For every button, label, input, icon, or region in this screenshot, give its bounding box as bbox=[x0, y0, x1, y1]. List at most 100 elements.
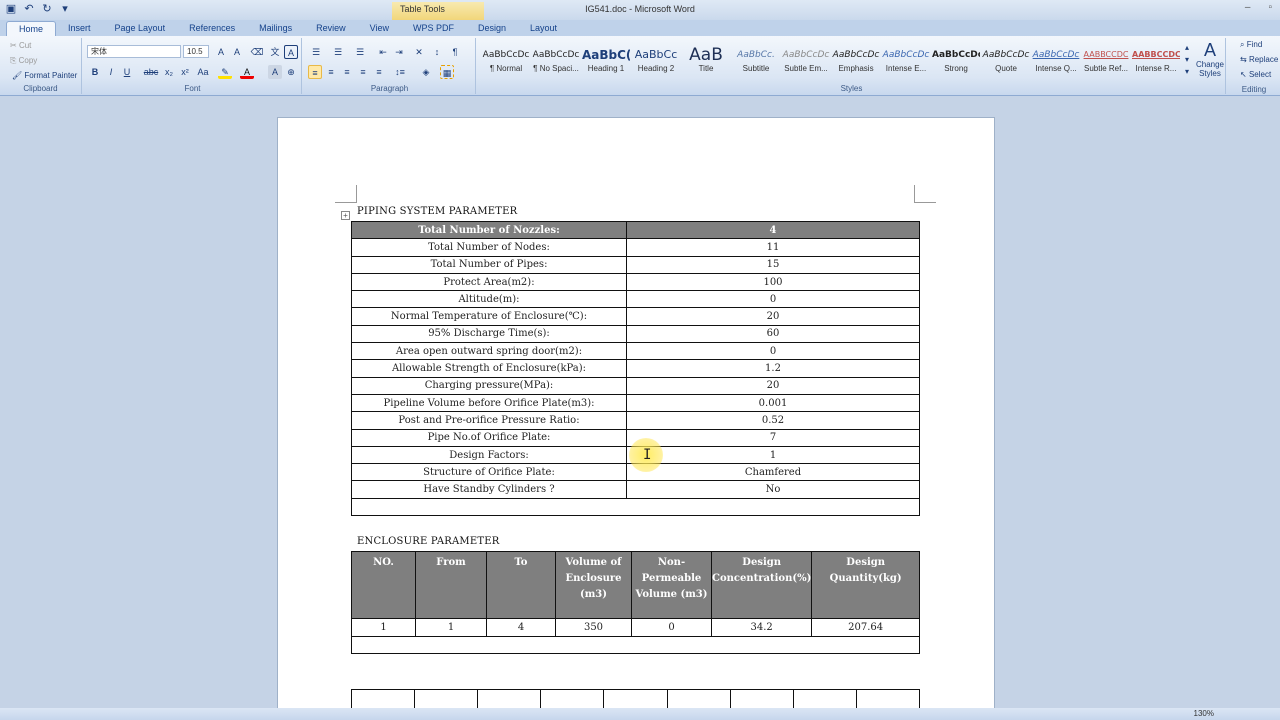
table-cell[interactable] bbox=[792, 689, 857, 710]
cut-button[interactable]: ✂ Cut bbox=[10, 41, 31, 50]
numbering-icon[interactable]: ☰ bbox=[330, 45, 346, 59]
style-strong[interactable]: AaBbCcDc Strong bbox=[932, 44, 980, 80]
table-cell-value[interactable]: 0 bbox=[626, 342, 920, 361]
table-cell[interactable] bbox=[477, 689, 542, 710]
phonetic-guide-icon[interactable]: 文 bbox=[268, 45, 282, 59]
table-cell-label[interactable]: Allowable Strength of Enclosure(kPa): bbox=[351, 359, 627, 378]
decrease-indent-icon[interactable]: ⇤ bbox=[376, 45, 390, 59]
table-cell-label[interactable]: Structure of Orifice Plate: bbox=[351, 463, 627, 482]
tab-home[interactable]: Home bbox=[6, 21, 57, 36]
tab-wps-pdf[interactable]: WPS PDF bbox=[401, 21, 466, 36]
table-cell-value[interactable]: 20 bbox=[626, 307, 920, 326]
table-cell[interactable]: 207.64 bbox=[811, 618, 920, 637]
table-cell-value[interactable]: 100 bbox=[626, 272, 920, 292]
clear-formatting-icon[interactable]: ⌫ bbox=[250, 45, 264, 59]
tab-page-layout[interactable]: Page Layout bbox=[103, 21, 178, 36]
table-cell[interactable] bbox=[603, 689, 668, 710]
column-header[interactable]: Non-Permeable Volume (m3) bbox=[631, 551, 712, 619]
distributed-icon[interactable]: ≡ bbox=[372, 65, 386, 79]
style-subtle-reference[interactable]: AABBCCDC Subtle Ref... bbox=[1082, 44, 1130, 80]
table-cell[interactable]: 350 bbox=[555, 618, 632, 637]
table-cell-label[interactable]: 95% Discharge Time(s): bbox=[351, 324, 627, 344]
italic-icon[interactable]: I bbox=[104, 65, 118, 79]
tab-view[interactable]: View bbox=[358, 21, 401, 36]
column-header[interactable]: Design Quantity(kg) bbox=[811, 551, 920, 619]
table-cell-label[interactable]: Protect Area(m2): bbox=[351, 272, 627, 292]
table-cell-value[interactable]: 7 bbox=[626, 428, 920, 447]
shrink-font-icon[interactable]: A bbox=[230, 45, 244, 59]
tab-design[interactable]: Design bbox=[466, 21, 518, 36]
align-center-icon[interactable]: ≡ bbox=[324, 65, 338, 79]
change-case-icon[interactable]: Aa bbox=[194, 65, 212, 79]
show-hide-marks-icon[interactable]: ¶ bbox=[448, 45, 462, 59]
styles-scroll-icon[interactable]: ▴ ▾ ▾ bbox=[1182, 42, 1192, 78]
table-cell-label[interactable]: Post and Pre-orifice Pressure Ratio: bbox=[351, 411, 627, 430]
underline-icon[interactable]: U bbox=[120, 65, 134, 79]
tab-layout[interactable]: Layout bbox=[518, 21, 569, 36]
style-intense-quote[interactable]: AaBbCcDc Intense Q... bbox=[1032, 44, 1080, 80]
table-cell[interactable]: 1 bbox=[415, 618, 487, 637]
table-cell-label[interactable]: Charging pressure(MPa): bbox=[351, 376, 627, 395]
table-cell[interactable] bbox=[540, 689, 605, 710]
enclosure-parameter-table[interactable]: NO. From To Volume of Enclosure (m3) Non… bbox=[351, 551, 920, 654]
character-border-icon[interactable]: A bbox=[284, 45, 298, 59]
style-emphasis[interactable]: AaBbCcDc Emphasis bbox=[832, 44, 880, 80]
increase-indent-icon[interactable]: ⇥ bbox=[392, 45, 406, 59]
tab-mailings[interactable]: Mailings bbox=[247, 21, 304, 36]
font-name-combo[interactable]: 宋体 bbox=[87, 45, 181, 58]
table-cell-value[interactable]: 11 bbox=[626, 238, 920, 257]
column-header[interactable]: Volume of Enclosure (m3) bbox=[555, 551, 632, 619]
superscript-icon[interactable]: x² bbox=[178, 65, 192, 79]
shading-icon[interactable]: ◈ bbox=[418, 65, 434, 79]
table-cell-label[interactable]: Total Number of Nozzles: bbox=[351, 220, 627, 240]
table-cell-value[interactable]: 0.52 bbox=[626, 411, 920, 430]
enclose-characters-icon[interactable]: ⊕ bbox=[284, 65, 298, 79]
table-cell-label[interactable]: Normal Temperature of Enclosure(℃): bbox=[351, 307, 627, 326]
align-left-icon[interactable]: ≡ bbox=[308, 65, 322, 79]
table-cell-empty[interactable] bbox=[351, 497, 920, 517]
column-header[interactable]: From bbox=[415, 551, 487, 619]
zoom-level[interactable]: 130% bbox=[1194, 709, 1214, 718]
next-table-partial[interactable] bbox=[350, 689, 921, 710]
piping-parameter-table[interactable]: Total Number of Nozzles: 4 Total Number … bbox=[351, 220, 920, 517]
tab-references[interactable]: References bbox=[177, 21, 247, 36]
table-cell[interactable]: 0 bbox=[631, 618, 712, 637]
table-cell-label[interactable]: Pipe No.of Orifice Plate: bbox=[351, 428, 627, 447]
table-cell-value[interactable]: 0 bbox=[626, 290, 920, 309]
style-quote[interactable]: AaBbCcDc Quote bbox=[982, 44, 1030, 80]
bullets-icon[interactable]: ☰ bbox=[308, 45, 324, 59]
table-cell-value[interactable]: 4 bbox=[626, 220, 920, 240]
column-header[interactable]: To bbox=[486, 551, 556, 619]
tab-review[interactable]: Review bbox=[304, 21, 358, 36]
strikethrough-icon[interactable]: abc bbox=[142, 65, 160, 79]
subscript-icon[interactable]: x₂ bbox=[162, 65, 176, 79]
table-cell-label[interactable]: Have Standby Cylinders ? bbox=[351, 480, 627, 499]
font-color-icon[interactable]: A bbox=[240, 65, 254, 79]
table-cell-value[interactable]: 0.001 bbox=[626, 393, 920, 413]
table-cell-value[interactable]: 1.2 bbox=[626, 359, 920, 378]
table-cell-value[interactable]: 15 bbox=[626, 255, 920, 274]
maximize-icon[interactable]: ▫ bbox=[1268, 2, 1272, 13]
replace-button[interactable]: ⇆ Replace bbox=[1240, 55, 1278, 64]
character-shading-icon[interactable]: A bbox=[268, 65, 282, 79]
chinese-layout-icon[interactable]: ✕ bbox=[412, 45, 426, 59]
table-cell[interactable] bbox=[350, 689, 416, 710]
table-cell[interactable]: 34.2 bbox=[710, 618, 813, 637]
table-cell-label[interactable]: Altitude(m): bbox=[351, 290, 627, 309]
format-painter-button[interactable]: 🖌 Format Painter bbox=[12, 71, 77, 80]
table-cell-value[interactable]: No bbox=[626, 480, 920, 499]
style-heading-2[interactable]: AaBbCc Heading 2 bbox=[632, 44, 680, 80]
style-no-spacing[interactable]: AaBbCcDc ¶ No Spaci... bbox=[532, 44, 580, 80]
copy-button[interactable]: ⎘ Copy bbox=[10, 56, 37, 66]
style-intense-emphasis[interactable]: AaBbCcDc Intense E... bbox=[882, 44, 930, 80]
table-cell-label[interactable]: Total Number of Nodes: bbox=[351, 238, 627, 257]
table-move-handle-icon[interactable]: + bbox=[341, 211, 350, 220]
bold-icon[interactable]: B bbox=[88, 65, 102, 79]
table-cell-value[interactable]: 1 bbox=[626, 445, 920, 465]
table-cell[interactable] bbox=[729, 689, 794, 710]
table-cell-value[interactable]: 60 bbox=[626, 324, 920, 344]
style-heading-1[interactable]: AaBbC( Heading 1 bbox=[582, 44, 630, 80]
table-cell-label[interactable]: Design Factors: bbox=[351, 445, 627, 465]
table-cell[interactable]: 4 bbox=[486, 618, 556, 637]
style-title[interactable]: AaB Title bbox=[682, 44, 730, 80]
